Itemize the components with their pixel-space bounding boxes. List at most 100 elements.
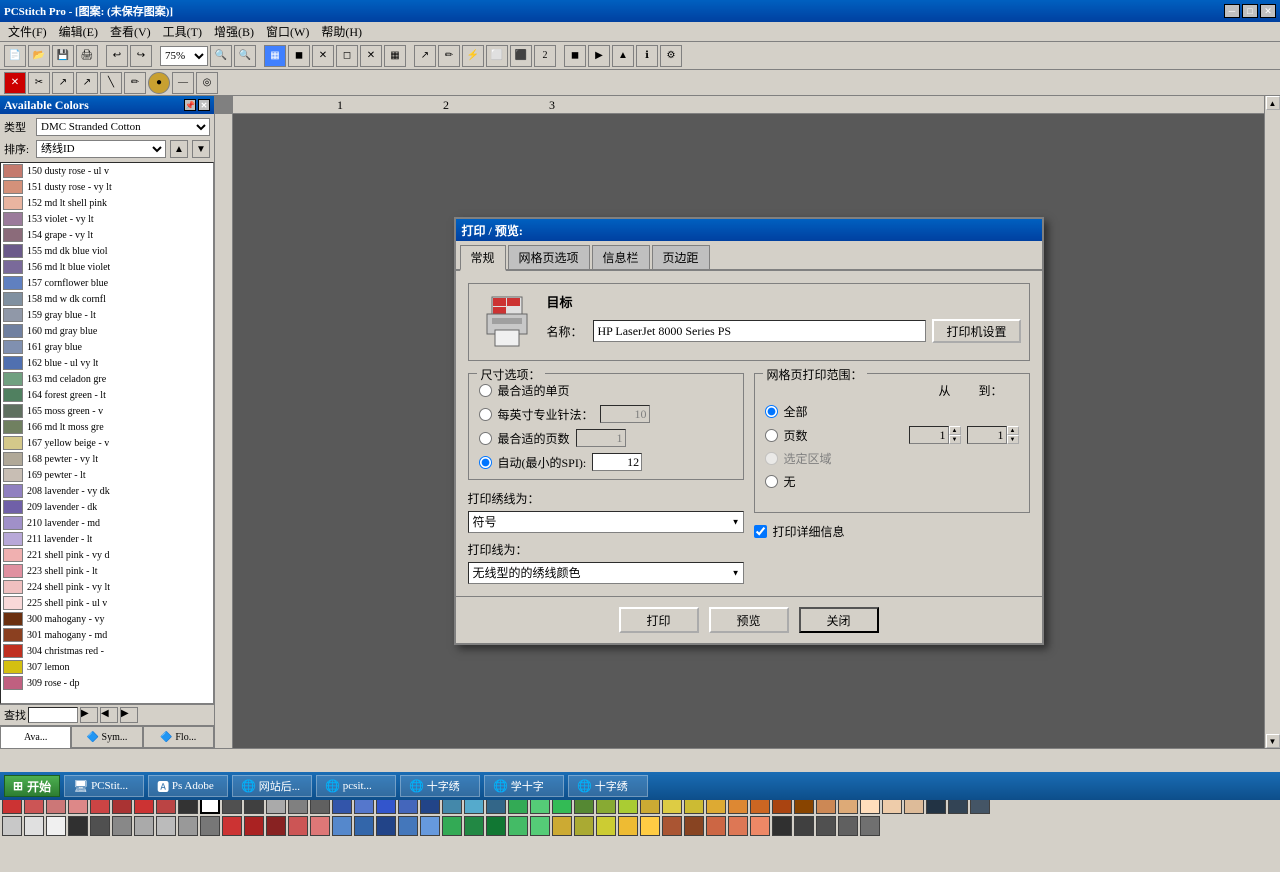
search-next-btn[interactable]: ▶	[120, 707, 138, 723]
color-item[interactable]: 158 md w dk cornfl	[1, 291, 213, 307]
tool2-btn8[interactable]: —	[172, 72, 194, 94]
undo-button[interactable]: ↩	[106, 45, 128, 67]
color-item[interactable]: 156 md lt blue violet	[1, 259, 213, 275]
open-button[interactable]: 📂	[28, 45, 50, 67]
color-item[interactable]: 154 grape - vy lt	[1, 227, 213, 243]
radio-fit-pages-input[interactable]	[479, 432, 492, 445]
radio-auto-spi-input[interactable]	[479, 456, 492, 469]
from-up-arrow[interactable]: ▲	[949, 426, 961, 435]
color-item[interactable]: 300 mahogany - vy	[1, 611, 213, 627]
radio-fit-page-input[interactable]	[479, 384, 492, 397]
close-button[interactable]: ✕	[1260, 4, 1276, 18]
save-button[interactable]: 💾	[52, 45, 74, 67]
tool-d2[interactable]: ▶	[588, 45, 610, 67]
menu-edit[interactable]: 编辑(E)	[53, 21, 104, 42]
redo-button[interactable]: ↪	[130, 45, 152, 67]
taskbar-item-cross1[interactable]: 🌐 十字绣	[400, 775, 480, 797]
color-item[interactable]: 210 lavender - md	[1, 515, 213, 531]
floss-swatch[interactable]	[442, 816, 462, 836]
taskbar-item-adobe[interactable]: 🅰 Ps Adobe	[148, 775, 228, 797]
color-item[interactable]: 209 lavender - dk	[1, 499, 213, 515]
tab-available[interactable]: Ava...	[0, 726, 71, 748]
floss-swatch[interactable]	[376, 816, 396, 836]
order-btn1[interactable]: ▲	[170, 140, 188, 158]
floss-swatch[interactable]	[728, 816, 748, 836]
color-list[interactable]: 150 dusty rose - ul v151 dusty rose - vy…	[0, 162, 214, 704]
floss-swatch[interactable]	[816, 816, 836, 836]
tool-c2[interactable]: ✏	[438, 45, 460, 67]
order-select[interactable]: 绣线ID	[36, 140, 166, 158]
tool-b1[interactable]: ◼	[288, 45, 310, 67]
tool-d5[interactable]: ⚙	[660, 45, 682, 67]
floss-swatch[interactable]	[662, 816, 682, 836]
color-item[interactable]: 225 shell pink - ul v	[1, 595, 213, 611]
floss-swatch[interactable]	[354, 816, 374, 836]
color-item[interactable]: 301 mahogany - md	[1, 627, 213, 643]
print-button[interactable]: 打印	[619, 607, 699, 633]
floss-swatch[interactable]	[244, 816, 264, 836]
floss-swatch[interactable]	[46, 816, 66, 836]
floss-swatch[interactable]	[860, 816, 880, 836]
floss-swatch[interactable]	[134, 816, 154, 836]
menu-view[interactable]: 查看(V)	[104, 21, 157, 42]
floss-swatch[interactable]	[310, 816, 330, 836]
tool-c3[interactable]: ⚡	[462, 45, 484, 67]
floss-swatch[interactable]	[24, 816, 44, 836]
dialog-tab-margin[interactable]: 页边距	[652, 245, 710, 269]
color-item[interactable]: 165 moss green - v	[1, 403, 213, 419]
floss-swatch[interactable]	[398, 816, 418, 836]
search-input[interactable]	[28, 707, 78, 723]
taskbar-item-cross2[interactable]: 🌐 十字绣	[568, 775, 648, 797]
floss-swatch[interactable]	[2, 816, 22, 836]
tab-symbols[interactable]: 🔷 Sym...	[71, 726, 142, 748]
floss-swatch[interactable]	[266, 816, 286, 836]
color-item[interactable]: 152 md lt shell pink	[1, 195, 213, 211]
floss-swatch[interactable]	[420, 816, 440, 836]
floss-swatch[interactable]	[332, 816, 352, 836]
floss-swatch[interactable]	[618, 816, 638, 836]
from-value[interactable]	[909, 426, 949, 444]
panel-close-button[interactable]: ✕	[198, 99, 210, 111]
taskbar-item-learn[interactable]: 🌐 学十字	[484, 775, 564, 797]
color-item[interactable]: 169 pewter - lt	[1, 467, 213, 483]
tool2-btn9[interactable]: ◎	[196, 72, 218, 94]
tool-c4[interactable]: ⬜	[486, 45, 508, 67]
color-item[interactable]: 164 forest green - lt	[1, 387, 213, 403]
scroll-down-btn[interactable]: ▼	[1266, 734, 1280, 748]
color-item[interactable]: 223 shell pink - lt	[1, 563, 213, 579]
per-inch-value[interactable]	[600, 405, 650, 423]
color-item[interactable]: 166 md lt moss gre	[1, 419, 213, 435]
floss-swatch[interactable]	[156, 816, 176, 836]
floss-swatch[interactable]	[706, 816, 726, 836]
minimize-button[interactable]: ─	[1224, 4, 1240, 18]
menu-file[interactable]: 文件(F)	[2, 21, 53, 42]
floss-swatch[interactable]	[288, 816, 308, 836]
radio-selection-input[interactable]	[765, 452, 778, 465]
taskbar-item-website[interactable]: 🌐 网站后...	[232, 775, 312, 797]
tool2-btn7[interactable]: ●	[148, 72, 170, 94]
dialog-tab-info[interactable]: 信息栏	[592, 245, 650, 269]
tool2-btn2[interactable]: ✂	[28, 72, 50, 94]
maximize-button[interactable]: □	[1242, 4, 1258, 18]
floss-swatch[interactable]	[508, 816, 528, 836]
tool-b3[interactable]: ◻	[336, 45, 358, 67]
new-button[interactable]: 📄	[4, 45, 26, 67]
tool2-btn1[interactable]: ✕	[4, 72, 26, 94]
floss-swatch[interactable]	[178, 816, 198, 836]
radio-pages-input[interactable]	[765, 429, 778, 442]
floss-swatch[interactable]	[794, 816, 814, 836]
floss-swatch[interactable]	[68, 816, 88, 836]
floss-swatch[interactable]	[772, 816, 792, 836]
tool-c5[interactable]: ⬛	[510, 45, 532, 67]
floss-swatch[interactable]	[464, 816, 484, 836]
color-item[interactable]: 150 dusty rose - ul v	[1, 163, 213, 179]
panel-pin-button[interactable]: 📌	[184, 99, 196, 111]
dialog-tab-grid[interactable]: 网格页选项	[508, 245, 590, 269]
floss-swatch[interactable]	[750, 816, 770, 836]
floss-swatch[interactable]	[552, 816, 572, 836]
color-item[interactable]: 309 rose - dp	[1, 675, 213, 691]
floss-swatch[interactable]	[112, 816, 132, 836]
color-item[interactable]: 151 dusty rose - vy lt	[1, 179, 213, 195]
color-item[interactable]: 208 lavender - vy dk	[1, 483, 213, 499]
radio-per-inch-input[interactable]	[479, 408, 492, 421]
